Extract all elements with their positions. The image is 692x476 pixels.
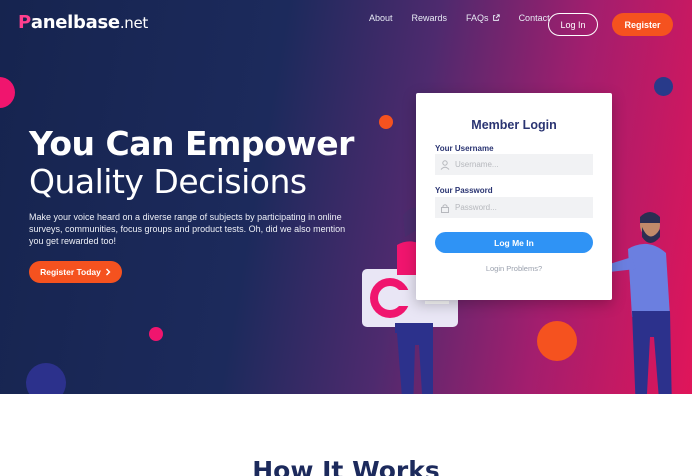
login-card-title: Member Login xyxy=(471,118,557,132)
logo-initial: P xyxy=(18,12,31,33)
main-nav: About Rewards FAQs Contact xyxy=(360,13,569,23)
password-field xyxy=(435,197,593,218)
hero-headline-line1: You Can Empower xyxy=(29,124,354,163)
log-me-in-button[interactable]: Log Me In xyxy=(435,232,593,253)
password-input[interactable] xyxy=(455,203,585,212)
nav-faqs-label: FAQs xyxy=(466,13,489,23)
username-field xyxy=(435,154,593,175)
hero-intro-text: Make your voice heard on a diverse range… xyxy=(29,212,346,246)
decor-dot-orange-large xyxy=(537,321,577,361)
register-today-label: Register Today xyxy=(40,267,101,277)
decor-dot-navy-large xyxy=(26,363,66,394)
lock-icon xyxy=(441,203,449,213)
username-label: Your Username xyxy=(435,144,494,153)
nav-about[interactable]: About xyxy=(369,13,393,23)
logo-tld: .net xyxy=(119,14,148,32)
nav-faqs[interactable]: FAQs xyxy=(466,13,500,23)
nav-login-button[interactable]: Log In xyxy=(548,13,598,36)
brand-logo[interactable]: Panelbase .net xyxy=(18,12,148,36)
decor-dot-navy-right xyxy=(654,77,673,96)
register-today-button[interactable]: Register Today xyxy=(29,261,122,283)
member-login-card: Member Login Your Username Your Password… xyxy=(416,93,612,300)
nav-register-button[interactable]: Register xyxy=(612,13,673,36)
user-icon xyxy=(440,159,450,170)
nav-rewards[interactable]: Rewards xyxy=(412,13,448,23)
hero-headline-line2: Quality Decisions xyxy=(29,162,307,201)
nav-contact[interactable]: Contact xyxy=(519,13,550,23)
logo-name: anelbase xyxy=(30,12,120,33)
hero-section: Panelbase .net About Rewards FAQs Contact… xyxy=(0,0,692,394)
decor-dot-orange-small xyxy=(379,115,393,129)
decor-dot-pink-small xyxy=(149,327,163,341)
chevron-right-icon xyxy=(105,268,111,276)
login-problems-link[interactable]: Login Problems? xyxy=(416,264,612,273)
external-link-icon xyxy=(492,14,500,21)
password-label: Your Password xyxy=(435,186,493,195)
how-it-works-heading: How It Works xyxy=(252,456,440,476)
username-input[interactable] xyxy=(455,160,585,169)
decor-dot-pink-left xyxy=(0,77,15,108)
